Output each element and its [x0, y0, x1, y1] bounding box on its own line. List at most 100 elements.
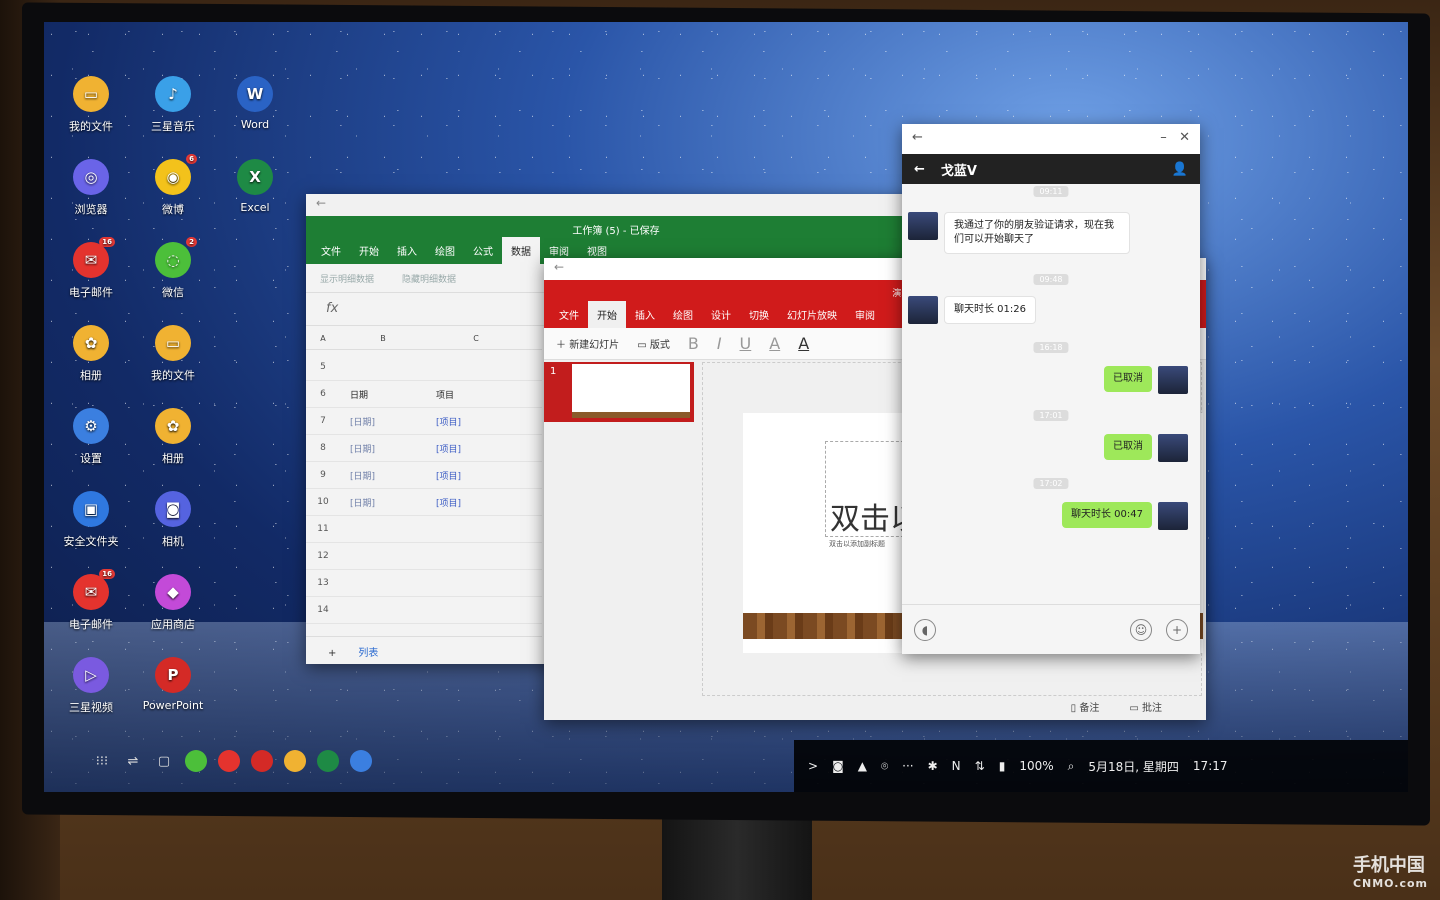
- minimize-icon[interactable]: –: [1160, 130, 1167, 145]
- tab-0[interactable]: 文件: [550, 301, 588, 328]
- message-list[interactable]: 09:11 09:48 16:18 17:01 17:02 我通过了你的朋友验证请求，现在…: [902, 184, 1200, 604]
- sheet-tab[interactable]: 列表: [358, 648, 378, 659]
- slide-subtitle-placeholder[interactable]: 双击以添加副标题: [829, 539, 885, 549]
- powerpoint-icon[interactable]: [251, 750, 273, 772]
- wechat-icon[interactable]: [185, 750, 207, 772]
- table-row[interactable]: 8 [日期] [项目]: [306, 435, 542, 462]
- back-arrow-icon[interactable]: ←: [914, 162, 925, 177]
- tray-icon[interactable]: ···: [902, 759, 913, 773]
- emoji-icon[interactable]: ☺: [1130, 618, 1152, 641]
- table-row[interactable]: 14: [306, 597, 542, 624]
- taskbar-control-1[interactable]: ⇌: [123, 754, 143, 769]
- tray-icon[interactable]: ⇅: [975, 759, 985, 773]
- desktop-icon[interactable]: ✿ 相册: [136, 408, 210, 466]
- desktop-icon[interactable]: ◌ 2 微信: [136, 237, 210, 300]
- desktop-icon[interactable]: ✉ 16 电子邮件: [54, 237, 128, 300]
- tray-icon[interactable]: ✱: [928, 759, 938, 773]
- column-header[interactable]: C: [426, 334, 526, 349]
- avatar[interactable]: [1158, 502, 1188, 530]
- table-row[interactable]: 9 [日期] [项目]: [306, 462, 542, 489]
- desktop-icon[interactable]: ✿ 相册: [54, 325, 128, 383]
- cell[interactable]: [日期]: [340, 469, 426, 482]
- chat-bubble[interactable]: 聊天时长 00:47: [1062, 502, 1152, 528]
- voice-icon[interactable]: ◖: [914, 618, 936, 641]
- wechat-window[interactable]: ← – ✕ ← 戈蓝V 👤 09:11 09:48 16:18 17:01 17:02 我通…: [902, 124, 1200, 654]
- highlight-button[interactable]: A: [769, 334, 780, 353]
- add-sheet-icon[interactable]: +: [328, 648, 336, 659]
- clock-time[interactable]: 17:17: [1193, 759, 1228, 773]
- desktop-icon[interactable]: ▭ 我的文件: [136, 325, 210, 383]
- tray-icon[interactable]: N: [952, 759, 961, 773]
- desktop-icon[interactable]: ♪ 三星音乐: [136, 76, 210, 134]
- underline-button[interactable]: U: [740, 334, 752, 353]
- hide-detail-button[interactable]: 隐藏明细数据: [402, 272, 456, 285]
- desktop-icon[interactable]: W Word: [218, 76, 292, 131]
- tab-2[interactable]: 插入: [388, 237, 426, 264]
- show-detail-button[interactable]: 显示明细数据: [320, 272, 374, 285]
- folder-icon[interactable]: [284, 750, 306, 772]
- cell[interactable]: 项目: [426, 388, 526, 401]
- excel-icon[interactable]: [317, 750, 339, 772]
- spreadsheet-grid[interactable]: 5 6 日期 项目 7 [日期] [项目] 8 [日期] [项目] 9 [日期] [项目] 10 [日期][…: [306, 354, 542, 624]
- tab-2[interactable]: 插入: [626, 301, 664, 328]
- font-color-button[interactable]: A: [798, 334, 809, 353]
- desktop-icon[interactable]: ✉ 16 电子邮件: [54, 569, 128, 632]
- chat-bubble[interactable]: 已取消: [1104, 434, 1152, 460]
- tab-4[interactable]: 公式: [464, 237, 502, 264]
- notes-button[interactable]: ▯ 备注: [1071, 699, 1100, 714]
- cell[interactable]: 日期: [340, 388, 426, 401]
- table-row[interactable]: 5: [306, 354, 542, 381]
- italic-button[interactable]: I: [717, 334, 722, 353]
- column-header[interactable]: A: [306, 334, 340, 349]
- desktop-icon[interactable]: ▭ 我的文件: [54, 76, 128, 134]
- bold-button[interactable]: B: [688, 334, 699, 353]
- new-slide-button[interactable]: ＋ 新建幻灯片: [556, 336, 619, 351]
- comments-button[interactable]: ▭ 批注: [1129, 699, 1162, 714]
- slide-thumbnail[interactable]: 1: [544, 362, 694, 422]
- tray-icon[interactable]: ▮: [999, 759, 1006, 773]
- chat-bubble[interactable]: 已取消: [1104, 366, 1152, 392]
- close-icon[interactable]: ✕: [1179, 130, 1190, 145]
- desktop-icon[interactable]: X Excel: [218, 159, 292, 214]
- tab-5[interactable]: 切换: [740, 301, 778, 328]
- desktop-icon[interactable]: ▷ 三星视频: [54, 657, 128, 715]
- table-row[interactable]: 12: [306, 543, 542, 570]
- tray-search-icon[interactable]: ⌕: [1068, 759, 1075, 774]
- profile-icon[interactable]: 👤: [1172, 162, 1188, 177]
- chat-bubble[interactable]: 我通过了你的朋友验证请求，现在我们可以开始聊天了: [944, 212, 1130, 254]
- desktop-icon[interactable]: P PowerPoint: [136, 657, 210, 712]
- tab-3[interactable]: 绘图: [664, 301, 702, 328]
- tray-icon[interactable]: ▲: [858, 759, 867, 773]
- back-icon[interactable]: ←: [912, 130, 923, 148]
- desktop-icon[interactable]: ◉ 6 微博: [136, 154, 210, 217]
- table-row[interactable]: 11: [306, 516, 542, 543]
- avatar[interactable]: [908, 296, 938, 324]
- tab-5[interactable]: 数据: [502, 237, 540, 264]
- email-icon[interactable]: [218, 750, 240, 772]
- avatar[interactable]: [1158, 366, 1188, 394]
- cell[interactable]: [日期]: [340, 496, 426, 509]
- clock-date[interactable]: 5月18日, 星期四: [1088, 758, 1179, 775]
- tab-3[interactable]: 绘图: [426, 237, 464, 264]
- desktop-icon[interactable]: ◎ 浏览器: [54, 159, 128, 217]
- tab-7[interactable]: 审阅: [846, 301, 884, 328]
- table-row[interactable]: 7 [日期] [项目]: [306, 408, 542, 435]
- table-row[interactable]: 6 日期 项目: [306, 381, 542, 408]
- column-header[interactable]: B: [340, 334, 426, 349]
- avatar[interactable]: [1158, 434, 1188, 462]
- tray-icon[interactable]: >: [808, 759, 818, 773]
- tab-0[interactable]: 文件: [312, 237, 350, 264]
- table-row[interactable]: 10 [日期] [项目]: [306, 489, 542, 516]
- layout-button[interactable]: ▭ 版式: [637, 336, 670, 351]
- tab-4[interactable]: 设计: [702, 301, 740, 328]
- cell[interactable]: [日期]: [340, 442, 426, 455]
- table-row[interactable]: 13: [306, 570, 542, 597]
- taskbar-control-0[interactable]: ⁝⁝⁝: [92, 754, 112, 769]
- back-icon[interactable]: ←: [316, 196, 326, 210]
- add-icon[interactable]: +: [1166, 618, 1188, 641]
- chat-bubble[interactable]: 聊天时长 01:26: [944, 296, 1036, 324]
- cell[interactable]: [项目]: [426, 469, 526, 482]
- avatar[interactable]: [908, 212, 938, 240]
- cell[interactable]: [项目]: [426, 415, 526, 428]
- tray-icon[interactable]: ◙: [832, 759, 844, 773]
